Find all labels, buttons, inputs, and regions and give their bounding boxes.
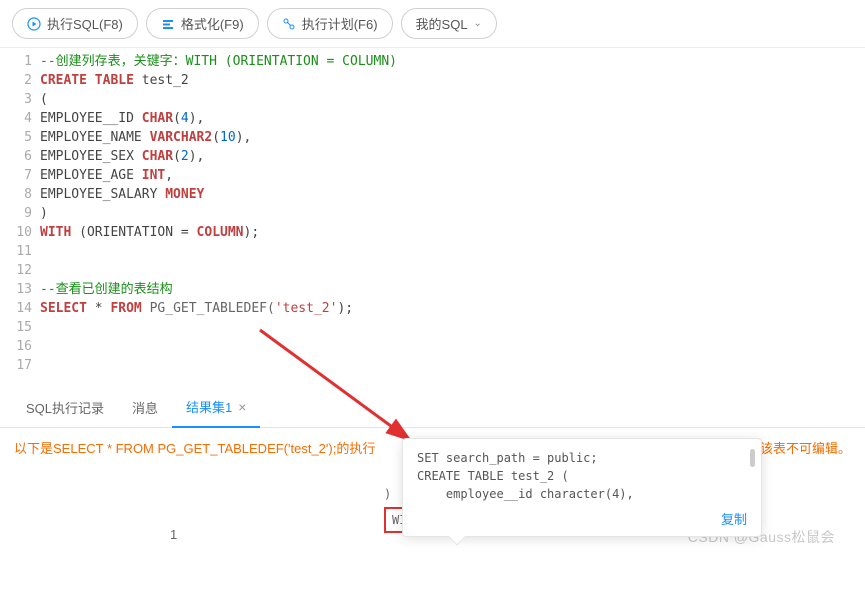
my-sql-button[interactable]: 我的SQL ⌄ <box>401 8 497 39</box>
explain-button[interactable]: 执行计划(F6) <box>267 8 393 39</box>
tab-result-1[interactable]: 结果集1 × <box>172 387 260 428</box>
my-sql-label: 我的SQL <box>416 14 468 33</box>
code-editor[interactable]: 1234567891011121314151617 --创建列存表，关键字：WI… <box>0 47 865 379</box>
run-sql-label: 执行SQL(F8) <box>47 14 123 33</box>
run-sql-button[interactable]: 执行SQL(F8) <box>12 8 138 39</box>
play-icon <box>27 17 41 31</box>
tooltip-popover: SET search_path = public; CREATE TABLE t… <box>402 438 762 537</box>
tooltip-content: SET search_path = public; CREATE TABLE t… <box>417 449 747 503</box>
line-gutter: 1234567891011121314151617 <box>0 48 40 379</box>
toolbar: 执行SQL(F8) 格式化(F9) 执行计划(F6) 我的SQL ⌄ <box>0 0 865 47</box>
result-tabs: SQL执行记录 消息 结果集1 × <box>0 387 865 428</box>
explain-icon <box>282 17 296 31</box>
copy-button[interactable]: 复制 <box>417 509 747 528</box>
format-label: 格式化(F9) <box>181 14 244 33</box>
format-button[interactable]: 格式化(F9) <box>146 8 259 39</box>
explain-label: 执行计划(F6) <box>302 14 378 33</box>
chevron-down-icon: ⌄ <box>474 18 482 29</box>
tab-sql-history[interactable]: SQL执行记录 <box>12 387 118 427</box>
scrollbar-thumb[interactable] <box>750 449 755 467</box>
close-icon[interactable]: × <box>238 399 246 415</box>
tab-messages[interactable]: 消息 <box>118 387 172 427</box>
format-icon <box>161 17 175 31</box>
row-index: 1 <box>170 527 177 542</box>
result-query-msg: 以下是SELECT * FROM PG_GET_TABLEDEF('test_2… <box>14 438 375 457</box>
code-area[interactable]: --创建列存表，关键字：WITH (ORIENTATION = COLUMN)C… <box>40 48 865 379</box>
